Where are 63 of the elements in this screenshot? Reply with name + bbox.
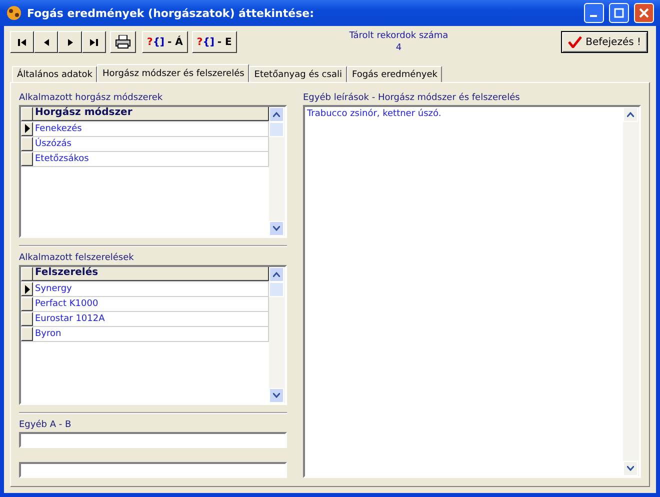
row-indicator[interactable] [21,297,33,312]
navigation-button[interactable] [10,31,34,53]
tab[interactable]: Fogás eredmények [346,66,442,82]
next-icon [68,38,72,46]
tab[interactable]: Etetőanyag és csali [249,66,347,82]
window-title: Fogás eredmények (horgászatok) áttekintése: [27,6,315,20]
notes-label: Egyéb leírások - Horgász módszer és felszerelés [303,93,521,105]
print-button[interactable] [110,31,136,53]
scroll-up-icon [273,272,280,278]
scrollbar[interactable] [269,106,285,236]
maximize-button[interactable] [609,3,629,23]
query-button[interactable]: ?{] - E [192,31,237,53]
scroll-up-button[interactable] [623,107,638,122]
checkmark-icon [568,36,582,48]
first-record-icon [18,38,26,46]
row-indicator[interactable] [21,312,33,326]
field-label: Egyéb A - B [19,420,72,432]
navigation-button[interactable] [34,31,58,53]
scroll-thumb[interactable] [269,122,284,137]
input-field[interactable] [19,462,287,478]
grid-label: Alkalmazott felszerelések [19,253,135,266]
query-button[interactable]: ?{] - Á [142,31,188,53]
printer-icon [115,35,131,49]
record-count-label: Tárolt rekordok száma [349,30,448,42]
maximize-icon [614,8,624,18]
scroll-up-button[interactable] [269,267,284,282]
scroll-down-icon [273,393,280,398]
row-indicator[interactable] [21,327,33,342]
scroll-thumb[interactable] [269,282,284,298]
record-count-value: 4 [396,42,402,54]
scroll-down-icon [627,466,634,471]
tab[interactable]: Általános adatok [12,66,98,82]
last-record-icon [90,38,98,46]
minimize-button[interactable] [584,3,604,23]
scroll-down-button[interactable] [623,461,638,476]
grid-label: Alkalmazott horgász módszerek [19,93,164,105]
finish-button[interactable]: Befejezés ! [560,31,648,53]
previous-icon [44,38,48,46]
input-field[interactable] [19,432,287,448]
navigation-button[interactable] [82,31,106,53]
scroll-down-button[interactable] [269,388,284,404]
app-icon [6,5,22,21]
scroll-down-icon [273,226,280,232]
row-indicator[interactable] [21,282,33,296]
scrollbar[interactable] [269,267,285,404]
scroll-up-icon [627,112,634,117]
scrollbar[interactable] [623,107,639,476]
row-indicator[interactable] [21,136,33,151]
current-row-icon [24,284,30,294]
tab[interactable]: Horgász módszer és felszerelés [97,64,250,82]
scroll-down-button[interactable] [269,221,284,236]
scroll-up-icon [273,112,280,117]
close-button[interactable] [634,3,654,23]
column-header: Felszerelés [33,267,269,282]
row-indicator[interactable] [21,152,33,166]
current-row-icon [24,124,30,134]
scroll-up-button[interactable] [269,106,284,122]
close-icon [639,8,649,18]
navigation-button[interactable] [58,31,82,53]
row-indicator[interactable] [21,122,33,136]
column-header: Horgász módszer [33,106,269,121]
notes-field[interactable]: Trabucco zsinór, kettner úszó. [303,105,641,478]
notes-text: Trabucco zsinór, kettner úszó. [306,108,442,121]
